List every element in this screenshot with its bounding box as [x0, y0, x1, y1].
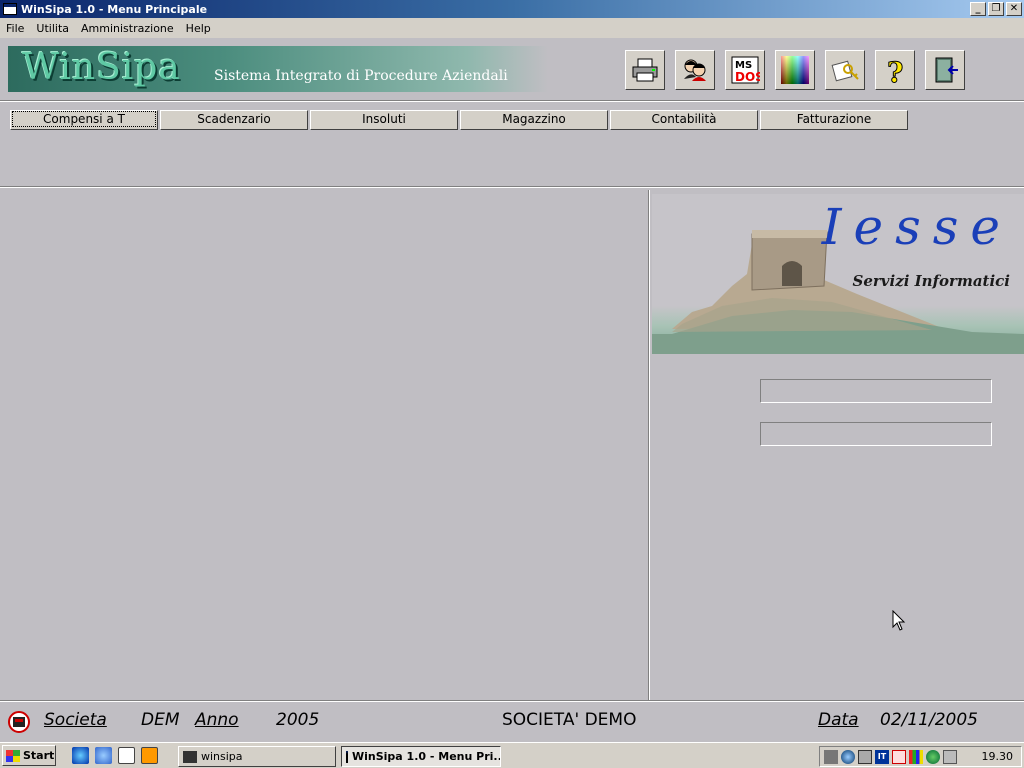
svg-text:?: ?	[887, 56, 903, 85]
globe-icon[interactable]	[926, 749, 940, 764]
iesse-brand-panel: Iesse Servizi Informatici	[652, 194, 1024, 354]
company-name: SOCIETA' DEMO	[502, 710, 637, 730]
brand-subtitle: Servizi Informatici	[852, 272, 1010, 290]
info-field-1	[760, 379, 992, 403]
start-button[interactable]: Start	[2, 745, 56, 766]
module-insoluti-button[interactable]: Insoluti	[310, 110, 458, 130]
clock: 19.30	[981, 750, 1014, 763]
panel-splitter	[648, 190, 650, 700]
taskbar: Start winsipa WinSipa 1.0 - Menu Pri... …	[0, 742, 1024, 768]
module-magazzino-button[interactable]: Magazzino	[460, 110, 608, 130]
menu-file[interactable]: File	[0, 22, 30, 35]
mouse-cursor-icon	[892, 610, 906, 631]
banner-subtitle: Sistema Integrato di Procedure Aziendali	[214, 68, 508, 84]
winsipa-logo: WinSipa	[22, 47, 181, 88]
societa-link[interactable]: Societa	[44, 710, 107, 730]
data-value: 02/11/2005	[880, 710, 978, 730]
menu-amministrazione[interactable]: Amministrazione	[75, 22, 180, 35]
security-icon[interactable]	[892, 749, 906, 764]
societa-code: DEM	[141, 710, 180, 730]
colors-button[interactable]	[775, 50, 815, 90]
monitor-icon[interactable]	[858, 749, 872, 764]
menu-bar: File Utilita Amministrazione Help	[0, 18, 1024, 38]
menu-utilita[interactable]: Utilita	[30, 22, 75, 35]
module-compensi-button[interactable]: Compensi a T	[10, 110, 158, 130]
help-icon: ?	[887, 56, 904, 86]
module-scadenzario-button[interactable]: Scadenzario	[160, 110, 308, 130]
minimize-button[interactable]: _	[970, 2, 986, 16]
help-button[interactable]: ?	[875, 50, 915, 90]
content-separator	[0, 186, 1024, 188]
users-button[interactable]	[675, 50, 715, 90]
module-contabilita-button[interactable]: Contabilità	[610, 110, 758, 130]
window-controls: _ ❐ ✕	[970, 2, 1022, 16]
windows-tray-icon[interactable]	[909, 749, 923, 764]
exit-button[interactable]	[925, 50, 965, 90]
volume-icon[interactable]	[824, 749, 838, 764]
show-desktop-icon[interactable]	[118, 747, 135, 764]
printer-tray-icon[interactable]	[943, 749, 957, 764]
menu-help[interactable]: Help	[180, 22, 217, 35]
window-title: WinSipa 1.0 - Menu Principale	[21, 2, 208, 16]
outlook-icon[interactable]	[95, 747, 112, 764]
windows-logo-icon	[6, 749, 20, 762]
winsipa-banner: WinSipa Sistema Integrato di Procedure A…	[8, 46, 548, 92]
app-icon[interactable]	[3, 3, 17, 15]
winsipa-task-icon	[183, 750, 197, 763]
data-link[interactable]: Data	[818, 710, 859, 730]
system-tray: IT 19.30	[819, 746, 1022, 767]
module-bar: Compensi a T Scadenzario Insoluti Magazz…	[10, 110, 908, 130]
quick-launch	[72, 747, 158, 764]
anno-value: 2005	[276, 710, 320, 730]
svg-text:DOS: DOS	[735, 70, 760, 84]
iesse-logo: Iesse	[821, 198, 1012, 256]
users-icon	[684, 59, 706, 81]
task-menu-principale[interactable]: WinSipa 1.0 - Menu Pri...	[341, 746, 501, 767]
media-player-icon[interactable]	[141, 747, 158, 764]
status-separator	[0, 700, 1024, 702]
print-button[interactable]	[625, 50, 665, 90]
keys-icon	[831, 60, 859, 82]
msdos-icon: MS DOS	[731, 56, 760, 84]
title-bar: WinSipa 1.0 - Menu Principale _ ❐ ✕	[0, 0, 1024, 18]
printer-icon	[632, 58, 658, 82]
network-icon[interactable]	[841, 749, 855, 764]
close-button[interactable]: ✕	[1006, 2, 1022, 16]
keys-button[interactable]	[825, 50, 865, 90]
internet-explorer-icon[interactable]	[72, 747, 89, 764]
window-task-icon	[346, 750, 348, 763]
task-winsipa[interactable]: winsipa	[178, 746, 336, 767]
anno-link[interactable]: Anno	[195, 710, 239, 730]
module-fatturazione-button[interactable]: Fatturazione	[760, 110, 908, 130]
header-separator	[0, 100, 1024, 102]
exit-door-icon	[935, 57, 958, 83]
color-palette-icon	[781, 56, 809, 84]
info-field-2	[760, 422, 992, 446]
language-it-icon[interactable]: IT	[875, 749, 889, 764]
restore-button[interactable]: ❐	[988, 2, 1004, 16]
msdos-button[interactable]: MS DOS	[725, 50, 765, 90]
toolbar: MS DOS ?	[625, 50, 965, 90]
status-bar: Societa DEM Anno 2005 SOCIETA' DEMO Data…	[0, 708, 1024, 732]
